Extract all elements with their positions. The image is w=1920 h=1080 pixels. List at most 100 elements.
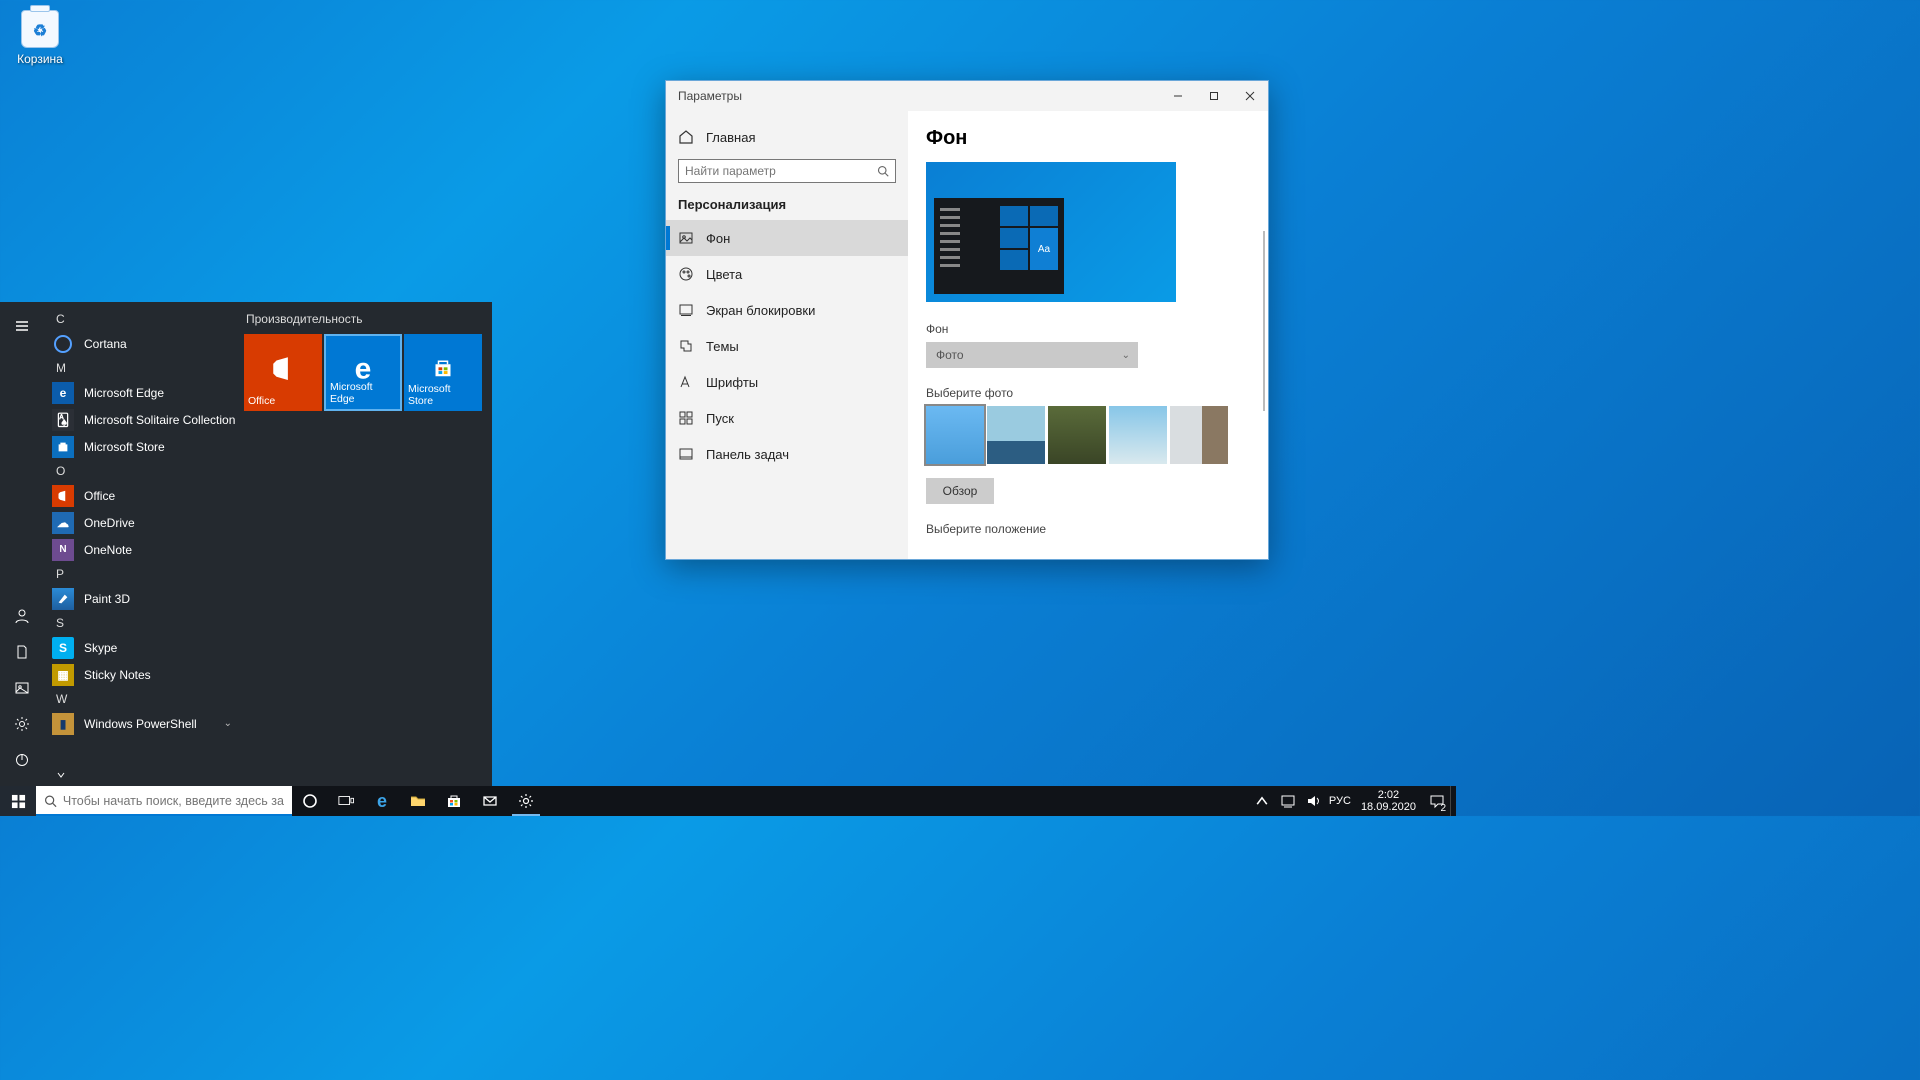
browse-label: Обзор — [943, 484, 978, 498]
tray-language[interactable]: РУС — [1327, 786, 1353, 816]
rail-settings[interactable] — [0, 706, 44, 742]
app-onenote[interactable]: N OneNote — [48, 536, 244, 563]
search-icon — [877, 165, 889, 177]
picture-icon — [678, 230, 694, 246]
browse-button[interactable]: Обзор — [926, 478, 994, 504]
sidebar-item-taskbar[interactable]: Панель задач — [666, 436, 908, 472]
taskbar-edge[interactable]: e — [364, 786, 400, 816]
app-label: OneDrive — [84, 516, 135, 530]
scrollbar[interactable] — [1263, 231, 1265, 411]
sidebar-item-label: Панель задач — [706, 447, 789, 462]
sidebar-item-colors[interactable]: Цвета — [666, 256, 908, 292]
sidebar-search-input[interactable] — [685, 164, 877, 178]
taskbar-search-input[interactable] — [63, 794, 284, 808]
settings-titlebar[interactable]: Параметры — [666, 81, 1268, 111]
taskbar-store[interactable] — [436, 786, 472, 816]
taskbar-cortana[interactable] — [292, 786, 328, 816]
group-s[interactable]: S — [48, 612, 244, 634]
onedrive-icon: ☁ — [52, 512, 74, 534]
sidebar-item-start[interactable]: Пуск — [666, 400, 908, 436]
tile-store[interactable]: Microsoft Store — [404, 334, 482, 411]
taskbar-settings[interactable] — [508, 786, 544, 816]
tile-label: Office — [248, 395, 275, 407]
app-powershell[interactable]: ▮ Windows PowerShell ⌄ — [48, 710, 244, 737]
tray-notifications[interactable]: 2 — [1424, 786, 1450, 816]
sidebar-search[interactable] — [678, 159, 896, 183]
taskbar-taskview[interactable] — [328, 786, 364, 816]
choose-fit-label: Выберите положение — [926, 522, 1250, 536]
document-icon — [14, 644, 30, 660]
tray-clock[interactable]: 2:02 18.09.2020 — [1353, 789, 1424, 813]
tray-input[interactable] — [1275, 786, 1301, 816]
choose-photo-label: Выберите фото — [926, 386, 1250, 400]
group-p[interactable]: P — [48, 563, 244, 585]
group-c[interactable]: C — [48, 308, 244, 330]
app-solitaire[interactable]: 🂡 Microsoft Solitaire Collection — [48, 406, 244, 433]
group-o[interactable]: O — [48, 460, 244, 482]
chevron-down-icon: ⌄ — [1122, 350, 1130, 361]
app-store[interactable]: Microsoft Store — [48, 433, 244, 460]
sidebar-item-fonts[interactable]: Шрифты — [666, 364, 908, 400]
sidebar-item-themes[interactable]: Темы — [666, 328, 908, 364]
sticky-icon: ▦ — [52, 664, 74, 686]
app-office[interactable]: Office — [48, 482, 244, 509]
maximize-button[interactable] — [1196, 81, 1232, 111]
rail-power[interactable] — [0, 742, 44, 778]
sidebar-home-label: Главная — [706, 130, 755, 145]
folder-icon — [410, 793, 426, 809]
photo-thumb-3[interactable] — [1048, 406, 1106, 464]
tile-office[interactable]: Office — [244, 334, 322, 411]
app-onedrive[interactable]: ☁ OneDrive — [48, 509, 244, 536]
app-paint3d[interactable]: Paint 3D — [48, 585, 244, 612]
start-icon — [678, 410, 694, 426]
mail-icon — [482, 793, 498, 809]
app-edge[interactable]: e Microsoft Edge — [48, 379, 244, 406]
store-icon — [431, 356, 455, 383]
app-cortana[interactable]: Cortana — [48, 330, 244, 357]
sidebar-item-label: Шрифты — [706, 375, 758, 390]
tray-volume[interactable] — [1301, 786, 1327, 816]
settings-window: Параметры Главная Персонализация Фон Цве… — [665, 80, 1269, 560]
chevron-down-icon — [56, 770, 66, 780]
rail-documents[interactable] — [0, 634, 44, 670]
recycle-bin[interactable]: ♻ Корзина — [10, 10, 70, 66]
photo-thumb-2[interactable] — [987, 406, 1045, 464]
start-button[interactable] — [0, 786, 36, 816]
sidebar-item-lockscreen[interactable]: Экран блокировки — [666, 292, 908, 328]
sidebar-home[interactable]: Главная — [666, 119, 908, 155]
group-w[interactable]: W — [48, 688, 244, 710]
edge-icon: e — [52, 382, 74, 404]
show-desktop[interactable] — [1450, 786, 1456, 816]
photo-thumb-4[interactable] — [1109, 406, 1167, 464]
taskbar-mail[interactable] — [472, 786, 508, 816]
close-button[interactable] — [1232, 81, 1268, 111]
app-sticky[interactable]: ▦ Sticky Notes — [48, 661, 244, 688]
app-label: OneNote — [84, 543, 132, 557]
taskbar-explorer[interactable] — [400, 786, 436, 816]
rail-user[interactable] — [0, 598, 44, 634]
clock-date: 18.09.2020 — [1361, 801, 1416, 813]
tiles-group-header[interactable]: Производительность — [244, 310, 484, 334]
photo-thumb-5[interactable] — [1170, 406, 1228, 464]
background-type-dropdown[interactable]: Фото ⌄ — [926, 342, 1138, 368]
apps-scroll-down[interactable] — [44, 764, 244, 786]
app-label: Sticky Notes — [84, 668, 151, 682]
tile-label: Microsoft Store — [408, 383, 478, 407]
app-skype[interactable]: S Skype — [48, 634, 244, 661]
paint3d-icon — [52, 588, 74, 610]
cortana-icon — [52, 333, 74, 355]
office-icon — [52, 485, 74, 507]
group-m[interactable]: M — [48, 357, 244, 379]
rail-pictures[interactable] — [0, 670, 44, 706]
taskview-icon — [338, 793, 354, 809]
photo-thumb-1[interactable] — [926, 406, 984, 464]
tray-overflow[interactable] — [1249, 786, 1275, 816]
tile-edge[interactable]: e Microsoft Edge — [324, 334, 402, 411]
rail-expand[interactable] — [0, 308, 44, 344]
sidebar-item-label: Экран блокировки — [706, 303, 815, 318]
start-apps-list[interactable]: C Cortana M e Microsoft Edge 🂡 Microsoft… — [44, 302, 244, 786]
edge-icon: e — [377, 791, 387, 812]
minimize-button[interactable] — [1160, 81, 1196, 111]
taskbar-search[interactable] — [36, 786, 292, 816]
sidebar-item-background[interactable]: Фон — [666, 220, 908, 256]
